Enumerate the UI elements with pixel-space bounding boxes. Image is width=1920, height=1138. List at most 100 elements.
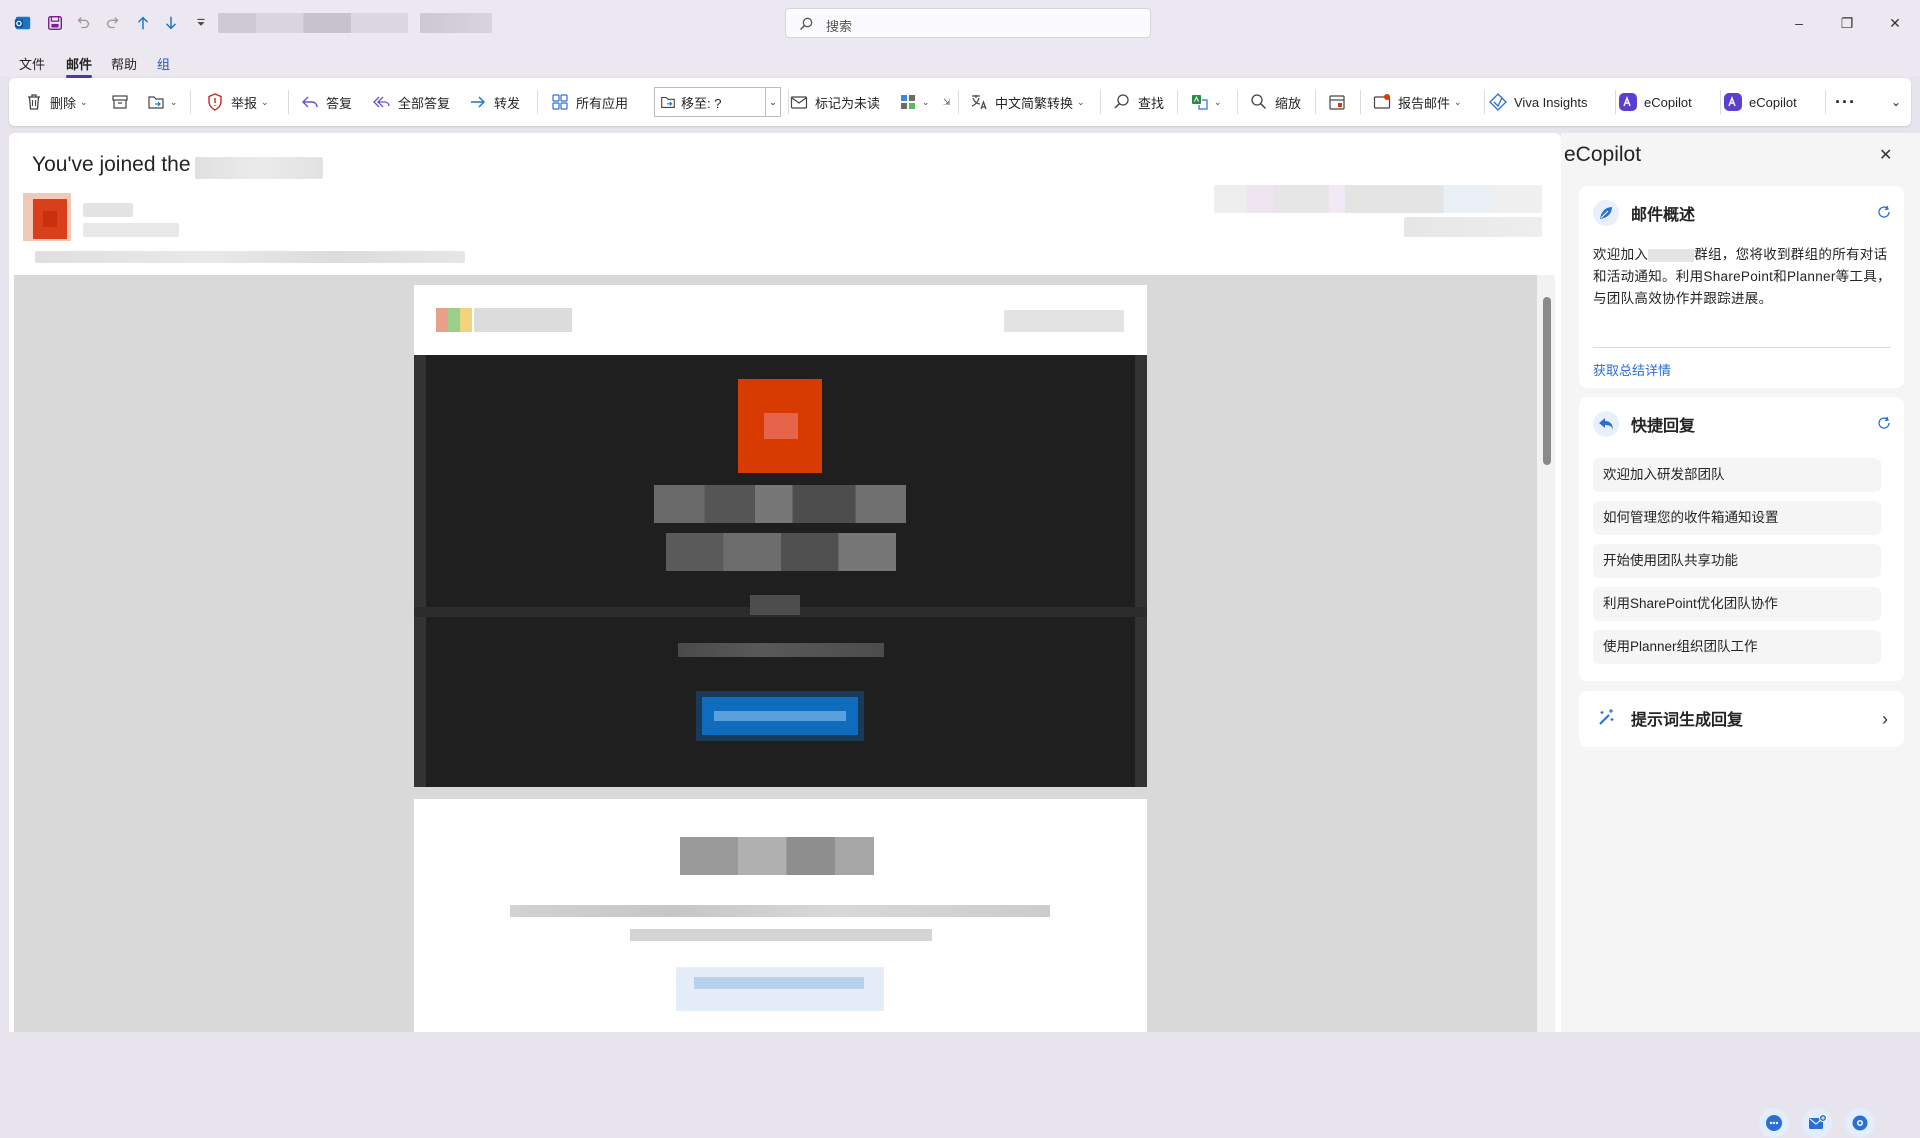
ribbon-divider: [1484, 90, 1485, 114]
close-window-button[interactable]: ✕: [1875, 10, 1915, 36]
close-panel-button[interactable]: ✕: [1879, 145, 1892, 165]
ribbon-divider: [1177, 90, 1178, 114]
chevron-down-icon[interactable]: ⌄: [922, 97, 930, 108]
restore-button[interactable]: ❐: [1827, 10, 1867, 36]
quick-reply-option[interactable]: 如何管理您的收件箱通知设置: [1593, 501, 1881, 535]
ecopilot-panel: eCopilot ✕ 邮件概述 欢迎加入 群组，您将收到群组的所有对话和活动通知。…: [1561, 133, 1920, 1138]
sender-address-redacted: [83, 223, 179, 237]
reply-all-icon: [373, 96, 390, 108]
arrow-down-icon[interactable]: [160, 12, 182, 34]
ribbon-divider: [288, 90, 289, 114]
email-hero-banner: [414, 355, 1147, 787]
summary-details-link[interactable]: 获取总结详情: [1593, 360, 1671, 379]
calendar-icon: [1329, 95, 1345, 110]
calendar-view-button[interactable]: [1327, 78, 1347, 126]
arrow-up-icon[interactable]: [132, 12, 154, 34]
new-mail-icon[interactable]: [1802, 1108, 1832, 1138]
folder-move-icon: [148, 96, 164, 109]
more-options-button[interactable]: ···: [1835, 78, 1856, 126]
archive-button[interactable]: [110, 78, 130, 126]
hero-subtext-redacted: [750, 595, 800, 615]
ribbon-collapse-chevron-icon[interactable]: ⌄: [1891, 78, 1901, 126]
email-body: [14, 275, 1537, 1032]
chat-icon[interactable]: [1759, 1108, 1789, 1138]
content-link-button-redacted[interactable]: [676, 967, 884, 1011]
delete-button[interactable]: 删除 ⌄: [24, 78, 88, 126]
summary-divider: [1593, 347, 1891, 348]
search-input[interactable]: 搜索: [785, 8, 1151, 38]
quick-reply-option[interactable]: 欢迎加入研发部团队: [1593, 458, 1881, 492]
all-apps-button[interactable]: 所有应用: [550, 78, 628, 126]
quick-reply-option[interactable]: 利用SharePoint优化团队协作: [1593, 587, 1881, 621]
report-message-button[interactable]: 报告邮件 ⌄: [1372, 78, 1462, 126]
chevron-down-icon[interactable]: ⌄: [80, 97, 88, 108]
category-grid-icon: [901, 95, 915, 109]
shield-icon: [208, 93, 222, 111]
reading-pane: You've joined the: [9, 133, 1561, 1032]
quick-reply-option[interactable]: 使用Planner组织团队工作: [1593, 630, 1881, 664]
scrollbar-thumb[interactable]: [1543, 297, 1551, 465]
save-icon[interactable]: [44, 12, 66, 34]
email-scrollbar[interactable]: [1537, 275, 1555, 1032]
ecopilot-button-1[interactable]: eCopilot: [1618, 78, 1692, 126]
reply-icon: [302, 96, 318, 108]
move-menu-button[interactable]: ⌄: [146, 78, 178, 126]
zoom-button[interactable]: 缩放: [1249, 78, 1301, 126]
zoom-label: 缩放: [1275, 95, 1302, 111]
mark-unread-button[interactable]: 标记为未读: [789, 78, 880, 126]
tab-group[interactable]: 组: [157, 54, 170, 73]
chevron-down-icon[interactable]: ⌄: [261, 97, 269, 108]
tab-mail[interactable]: 邮件: [66, 54, 93, 78]
ribbon-divider: [1315, 90, 1316, 114]
settings-gear-icon[interactable]: [1845, 1108, 1875, 1138]
hero-left-edge: [414, 355, 426, 787]
hero-heading-redacted-2: [666, 533, 896, 571]
translate-icon: [971, 95, 987, 110]
content-paragraph-redacted-1: [510, 905, 1050, 917]
ribbon-divider: [1825, 90, 1826, 114]
content-heading-redacted: [680, 837, 874, 875]
quick-reply-option[interactable]: 开始使用团队共享功能: [1593, 544, 1881, 578]
reply-button[interactable]: 答复: [300, 78, 352, 126]
find-label: 查找: [1138, 95, 1165, 111]
chevron-down-icon[interactable]: ⌄: [765, 88, 780, 116]
ecopilot-panel-title: eCopilot: [1564, 143, 1642, 166]
reply-icon: [1593, 411, 1619, 437]
categorize-button[interactable]: ⌄: [898, 78, 930, 126]
tab-help[interactable]: 帮助: [111, 54, 137, 73]
chevron-down-icon[interactable]: ⌄: [170, 97, 178, 108]
message-date-redacted: [1404, 217, 1542, 237]
redo-icon[interactable]: [102, 12, 124, 34]
hero-description-redacted: [678, 643, 884, 657]
message-actions-redacted[interactable]: [1214, 185, 1542, 213]
report-button[interactable]: 举报 ⌄: [205, 78, 269, 126]
chinese-convert-button[interactable]: 中文简繁转换 ⌄: [969, 78, 1085, 126]
refresh-icon[interactable]: [1876, 415, 1892, 431]
hero-right-edge: [1135, 355, 1147, 787]
tab-file[interactable]: 文件: [19, 54, 45, 73]
translate-button[interactable]: ⌄: [1190, 78, 1222, 126]
outlook-logo-icon: [12, 12, 34, 34]
translate-arrows-icon: [1192, 95, 1208, 110]
reply-all-button[interactable]: 全部答复: [372, 78, 450, 126]
chevron-down-icon[interactable]: ⌄: [1454, 97, 1462, 108]
undo-icon[interactable]: [72, 12, 94, 34]
move-to-dropdown[interactable]: 移至: ? ⌄: [654, 87, 781, 117]
minimize-button[interactable]: –: [1779, 10, 1819, 36]
refresh-icon[interactable]: [1876, 204, 1892, 220]
forward-label: 转发: [494, 95, 521, 111]
delete-label: 删除: [50, 95, 77, 111]
chevron-right-icon[interactable]: ›: [1882, 709, 1888, 730]
prompt-reply-card[interactable]: 提示词生成回复 ›: [1579, 691, 1904, 747]
chevron-down-icon[interactable]: ⌄: [1214, 97, 1222, 108]
report-label: 举报: [231, 95, 258, 111]
viva-insights-icon: [1489, 93, 1507, 111]
chevron-down-icon[interactable]: ⌄: [1077, 97, 1085, 108]
viva-insights-button[interactable]: Viva Insights: [1488, 78, 1587, 126]
customize-toolbar-icon[interactable]: [190, 12, 212, 34]
find-button[interactable]: 查找: [1112, 78, 1164, 126]
ecopilot-button-2[interactable]: eCopilot: [1723, 78, 1797, 126]
email-header-card: [414, 285, 1147, 355]
dialog-launcher-icon[interactable]: ⇲: [943, 92, 951, 112]
forward-button[interactable]: 转发: [468, 78, 520, 126]
